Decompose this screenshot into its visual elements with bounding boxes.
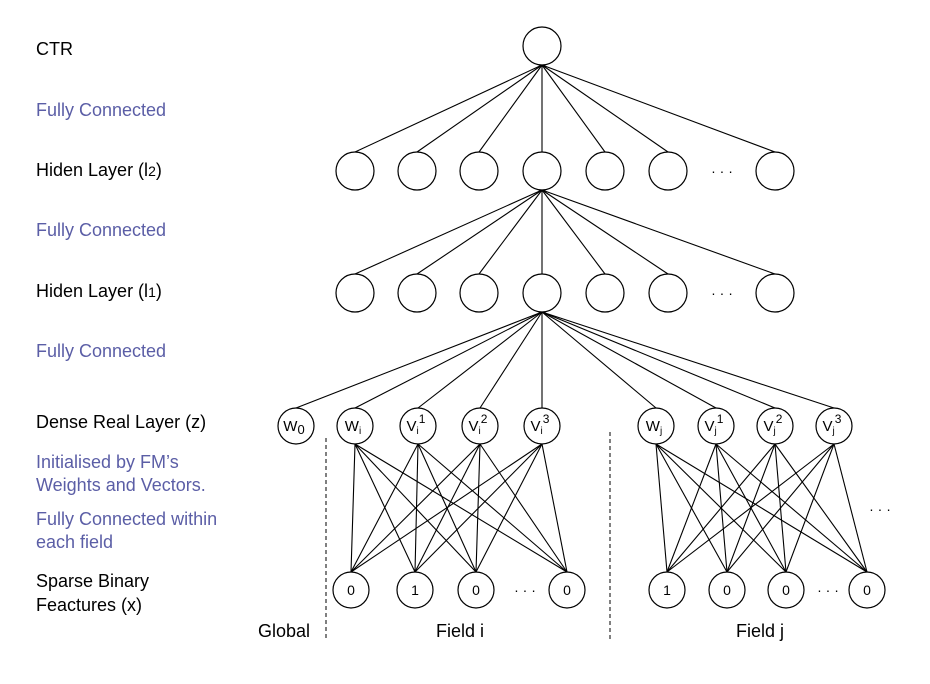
hidden2-node <box>335 151 375 191</box>
nodes-group: · · ·· · ·W0 Wi Vi1 Vi2 Vi3 Wj Vj1 Vj2 Vj3· · ·0… <box>277 26 891 609</box>
edge-hidden1-to-dense <box>541 311 776 409</box>
edges-group <box>295 64 868 573</box>
sparse-field-j-node-value: 0 <box>863 582 871 598</box>
edge-hidden1-to-dense <box>541 311 835 409</box>
edge-hidden1-to-dense <box>541 311 717 409</box>
edge-ctr-to-hidden2 <box>541 64 669 153</box>
hidden2-node <box>522 151 562 191</box>
edge-hidden1-to-dense <box>354 311 543 409</box>
edge-field-j <box>715 443 868 573</box>
edge-field-i <box>350 443 543 573</box>
network-diagram: · · ·· · ·W0 Wi Vi1 Vi2 Vi3 Wj Vj1 Vj2 Vj3· · ·0… <box>277 26 891 640</box>
edge-hidden1-to-dense <box>295 311 543 409</box>
edge-hidden1-to-dense <box>479 311 543 409</box>
edge-field-j <box>666 443 776 573</box>
edge-ctr-to-hidden2 <box>416 64 543 153</box>
edge-field-j <box>833 443 868 573</box>
hidden1-node <box>755 273 795 313</box>
edge-field-j <box>655 443 668 573</box>
hidden2-ellipsis: · · · <box>711 163 733 179</box>
edge-field-i <box>414 443 481 573</box>
sparse-field-j-ellipsis: · · · <box>817 582 839 598</box>
dense-ellipsis: · · · <box>869 501 891 517</box>
sparse-field-j-node-value: 1 <box>663 582 671 598</box>
hidden1-node <box>585 273 625 313</box>
hidden2-node <box>397 151 437 191</box>
sparse-field-i-node-value: 0 <box>347 582 355 598</box>
sparse-field-i-node-value: 0 <box>472 582 480 598</box>
edge-field-i <box>350 443 419 573</box>
edge-hidden2-to-hidden1 <box>541 189 669 275</box>
hidden1-node <box>522 273 562 313</box>
dense-field-j-node-label: Wj <box>646 418 662 437</box>
hidden1-node <box>648 273 688 313</box>
hidden1-node <box>459 273 499 313</box>
edge-hidden1-to-dense <box>541 311 657 409</box>
hidden1-node <box>397 273 437 313</box>
edge-field-j <box>785 443 835 573</box>
dense-field-i-node-label: Wi <box>345 418 361 437</box>
edge-field-j <box>655 443 868 573</box>
edge-field-j <box>726 443 835 573</box>
sparse-field-i-node-value: 1 <box>411 582 419 598</box>
dividers-group <box>325 432 611 640</box>
edge-ctr-to-hidden2 <box>541 64 606 153</box>
hidden2-node <box>648 151 688 191</box>
edge-hidden2-to-hidden1 <box>416 189 543 275</box>
sparse-field-i-node-value: 0 <box>563 582 571 598</box>
edge-field-i <box>350 443 356 573</box>
edge-hidden2-to-hidden1 <box>541 189 776 275</box>
edge-ctr-to-hidden2 <box>478 64 543 153</box>
hidden2-node <box>585 151 625 191</box>
sparse-field-j-node-value: 0 <box>782 582 790 598</box>
sparse-field-j-node-value: 0 <box>723 582 731 598</box>
edge-hidden1-to-dense <box>417 311 543 409</box>
hidden1-node <box>335 273 375 313</box>
edge-ctr-to-hidden2 <box>541 64 776 153</box>
hidden1-ellipsis: · · · <box>711 285 733 301</box>
sparse-field-i-ellipsis: · · · <box>514 582 536 598</box>
hidden2-node <box>459 151 499 191</box>
edge-hidden2-to-hidden1 <box>541 189 606 275</box>
edge-field-i <box>475 443 543 573</box>
hidden2-node <box>755 151 795 191</box>
ctr-node <box>522 26 562 66</box>
edge-field-j <box>774 443 868 573</box>
edge-hidden2-to-hidden1 <box>354 189 543 275</box>
edge-hidden2-to-hidden1 <box>478 189 543 275</box>
edge-ctr-to-hidden2 <box>354 64 543 153</box>
